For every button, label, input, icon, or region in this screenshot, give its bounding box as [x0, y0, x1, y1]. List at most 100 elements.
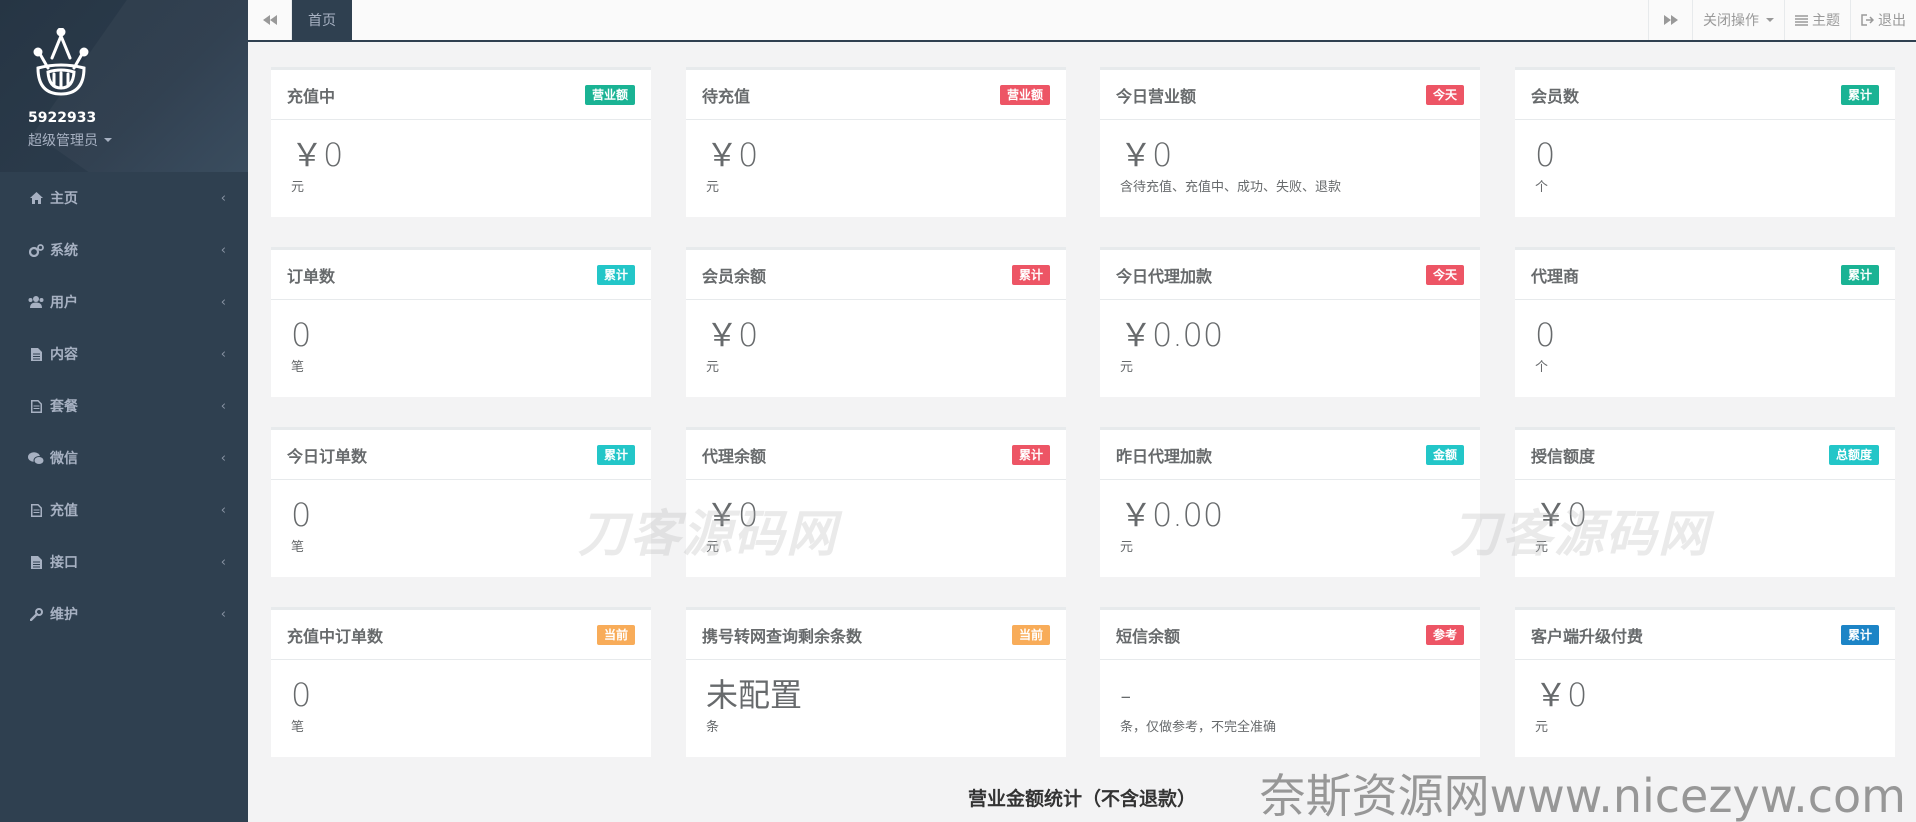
stat-value: ￥0 — [706, 496, 759, 534]
stat-card-header: 今日营业额 今天 — [1100, 70, 1480, 120]
stat-card: 会员数 累计 0 个 — [1515, 67, 1895, 217]
stat-card-body: 0笔 — [271, 660, 651, 735]
stat-card-body: ￥0 元 — [1515, 480, 1895, 555]
wrench-icon — [28, 606, 44, 622]
stat-value: 0 — [291, 316, 312, 354]
topbar-actions: 关闭操作 主题 退出 — [1648, 0, 1916, 40]
stat-badge: 累计 — [1840, 624, 1879, 645]
sidebar-item-label: 接口 — [50, 555, 78, 571]
stat-card-body: ￥0.00 元 — [1100, 480, 1480, 555]
stat-card-title: 今日营业额 — [1116, 86, 1197, 106]
logout-button[interactable]: 退出 — [1850, 0, 1916, 40]
stat-unit: 个 — [1535, 360, 1549, 375]
stat-card-title: 客户端升级付费 — [1531, 626, 1644, 646]
sidebar-item-users[interactable]: 用户 ‹ — [0, 276, 248, 328]
stat-badge: 金额 — [1425, 444, 1464, 465]
stat-card-body: - 条，仅做参考，不完全准确 — [1100, 660, 1480, 735]
stat-value: ￥0.00 — [1120, 496, 1224, 534]
stat-card-header: 今日代理加款 今天 — [1100, 250, 1480, 300]
dashboard-content: 充值中 营业额 ￥0 元待充值 营业额 ￥0 元今日营业额 今天 ￥0 含待充值、充值中、成功、失… — [248, 44, 1916, 822]
sidebar-item-label: 系统 — [50, 243, 78, 259]
sidebar-item-content[interactable]: 内容 ‹ — [0, 328, 248, 380]
stat-card: 今日订单数 累计 0 笔 — [271, 427, 651, 577]
stat-badge: 累计 — [1840, 84, 1879, 105]
stat-card-title: 充值中 — [287, 86, 336, 106]
sidebar-item-label: 充值 — [50, 503, 78, 519]
sidebar-item-home[interactable]: 主页 ‹ — [0, 172, 248, 224]
stat-card-header: 客户端升级付费 累计 — [1515, 610, 1895, 660]
stat-card-header: 代理余额 累计 — [686, 430, 1066, 480]
role-dropdown[interactable]: 超级管理员 — [28, 130, 112, 150]
wechat-icon — [28, 450, 44, 466]
stat-badge: 营业额 — [999, 84, 1050, 105]
chevron-left-icon: ‹ — [220, 398, 226, 414]
stat-value: ￥0 — [706, 136, 759, 174]
stat-badge: 总额度 — [1828, 444, 1879, 465]
sign-out-icon — [1861, 14, 1874, 26]
tab-home[interactable]: 首页 — [292, 0, 352, 40]
stat-value: 未配置 — [706, 676, 803, 714]
stat-badge: 今天 — [1425, 84, 1464, 105]
sidebar-item-system[interactable]: 系统 ‹ — [0, 224, 248, 276]
gears-icon — [28, 242, 44, 258]
tabs-area — [352, 0, 1648, 40]
sidebar-item-label: 维护 — [50, 607, 78, 623]
stat-unit: 元 — [1120, 360, 1134, 375]
scroll-tabs-right-button[interactable] — [1648, 0, 1692, 40]
close-operations-dropdown[interactable]: 关闭操作 — [1692, 0, 1784, 40]
stat-card-header: 待充值 营业额 — [686, 70, 1066, 120]
stat-card-title: 授信额度 — [1531, 446, 1596, 466]
stat-card-title: 携号转网查询剩余条数 — [702, 626, 863, 646]
stat-unit: 元 — [1535, 720, 1549, 735]
stat-value: ￥0 — [706, 316, 759, 354]
stat-card-body: 0笔 — [271, 480, 651, 555]
stat-value: ￥0 — [1535, 676, 1588, 714]
stat-card-header: 订单数 累计 — [271, 250, 651, 300]
sidebar-item-label: 微信 — [50, 451, 78, 467]
stat-card-title: 短信余额 — [1116, 626, 1181, 646]
sidebar-item-maintenance[interactable]: 维护 ‹ — [0, 588, 248, 640]
stat-badge: 当前 — [596, 624, 635, 645]
stat-card-body: ￥0 元 — [271, 120, 651, 195]
stat-badge: 累计 — [596, 444, 635, 465]
chevron-left-icon: ‹ — [220, 294, 226, 310]
crown-logo-icon — [33, 27, 89, 96]
chevron-left-icon: ‹ — [220, 346, 226, 362]
stat-card-title: 今日代理加款 — [1116, 266, 1213, 286]
stat-value: ￥0 — [1120, 136, 1173, 174]
stat-unit: 元 — [706, 540, 720, 555]
sidebar-item-packages[interactable]: 套餐 ‹ — [0, 380, 248, 432]
stat-badge: 累计 — [1840, 264, 1879, 285]
sidebar-item-api[interactable]: 接口 ‹ — [0, 536, 248, 588]
sidebar-item-label: 用户 — [50, 295, 78, 311]
stat-card: 今日代理加款 今天 ￥0.00 元 — [1100, 247, 1480, 397]
stat-card: 授信额度 总额度 ￥0 元 — [1515, 427, 1895, 577]
stat-unit: 元 — [1535, 540, 1549, 555]
logout-label: 退出 — [1878, 13, 1906, 29]
stat-card-title: 今日订单数 — [287, 446, 368, 466]
backward-icon — [262, 15, 277, 25]
stat-card-title: 代理商 — [1531, 266, 1580, 286]
scroll-tabs-left-button[interactable] — [248, 0, 292, 40]
chevron-left-icon: ‹ — [220, 450, 226, 466]
sidebar-item-recharge[interactable]: 充值 ‹ — [0, 484, 248, 536]
stat-value: ￥0 — [1535, 496, 1588, 534]
theme-button[interactable]: 主题 — [1784, 0, 1850, 40]
stat-card: 今日营业额 今天 ￥0 含待充值、充值中、成功、失败、退款 — [1100, 67, 1480, 217]
stat-value: ￥0.00 — [1120, 316, 1224, 354]
chevron-left-icon: ‹ — [220, 502, 226, 518]
stat-card: 充值中 营业额 ￥0 元 — [271, 67, 651, 217]
stat-card-header: 授信额度 总额度 — [1515, 430, 1895, 480]
sidebar-item-label: 套餐 — [50, 399, 78, 415]
stat-card-title: 昨日代理加款 — [1116, 446, 1213, 466]
stat-card-body: 0笔 — [271, 300, 651, 375]
chevron-left-icon: ‹ — [220, 242, 226, 258]
stat-unit: 元 — [1120, 540, 1134, 555]
stat-value: 0 — [1535, 136, 1556, 174]
revenue-section-title: 营业金额统计（不含退款） — [967, 788, 1196, 810]
sidebar-item-wechat[interactable]: 微信 ‹ — [0, 432, 248, 484]
stat-card-body: 0个 — [1515, 300, 1895, 375]
role-label: 超级管理员 — [28, 133, 98, 149]
forward-icon — [1663, 15, 1678, 25]
file-text-icon — [28, 398, 44, 414]
